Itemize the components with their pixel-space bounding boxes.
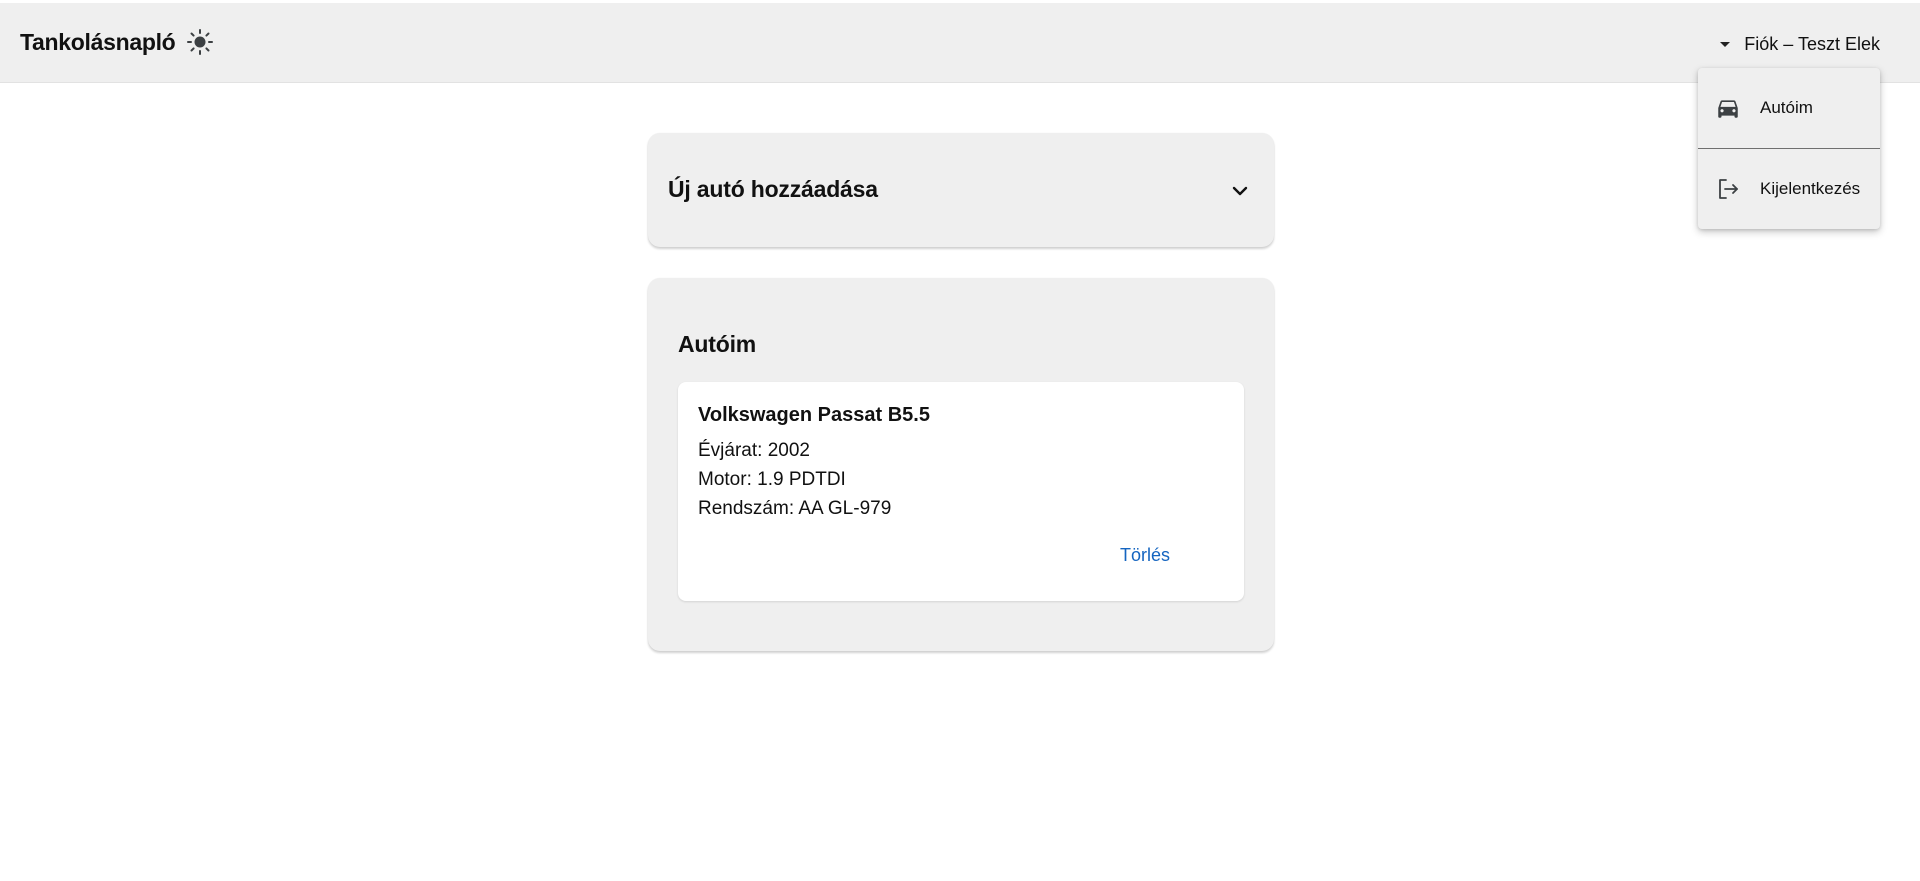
menu-item-logout[interactable]: Kijelentkezés — [1698, 149, 1880, 229]
car-icon — [1714, 94, 1742, 122]
car-name: Volkswagen Passat B5.5 — [698, 404, 930, 426]
car-plate: Rendszám: AA GL-979 — [698, 498, 892, 519]
account-dropdown-menu: Autóim Kijelentkezés — [1698, 68, 1880, 229]
car-year: Évjárat: 2002 — [698, 440, 810, 461]
add-car-title: Új autó hozzáadása — [668, 176, 878, 202]
add-car-panel[interactable]: Új autó hozzáadása — [648, 133, 1274, 247]
car-engine: Motor: 1.9 PDTDI — [698, 469, 846, 490]
my-cars-title: Autóim — [678, 331, 757, 357]
chevron-down-icon[interactable] — [1228, 179, 1252, 203]
top-app-bar: Tankolásnapló Fiók – Teszt Elek — [0, 3, 1920, 83]
delete-car-button[interactable]: Törlés — [1120, 545, 1170, 566]
car-card: Volkswagen Passat B5.5 Évjárat: 2002 Mot… — [678, 382, 1244, 601]
my-cars-panel: Autóim Volkswagen Passat B5.5 Évjárat: 2… — [648, 278, 1274, 651]
menu-item-label: Kijelentkezés — [1760, 179, 1861, 198]
account-menu-button[interactable]: Fiók – Teszt Elek — [1720, 34, 1880, 55]
caret-down-icon — [1720, 42, 1731, 47]
brand: Tankolásnapló — [20, 27, 215, 57]
account-label: Fiók – Teszt Elek — [1744, 34, 1880, 54]
menu-item-my-cars[interactable]: Autóim — [1698, 68, 1880, 148]
sun-icon[interactable] — [185, 27, 215, 57]
logout-icon — [1714, 175, 1742, 203]
menu-item-label: Autóim — [1760, 98, 1813, 117]
app-title: Tankolásnapló — [20, 28, 176, 55]
